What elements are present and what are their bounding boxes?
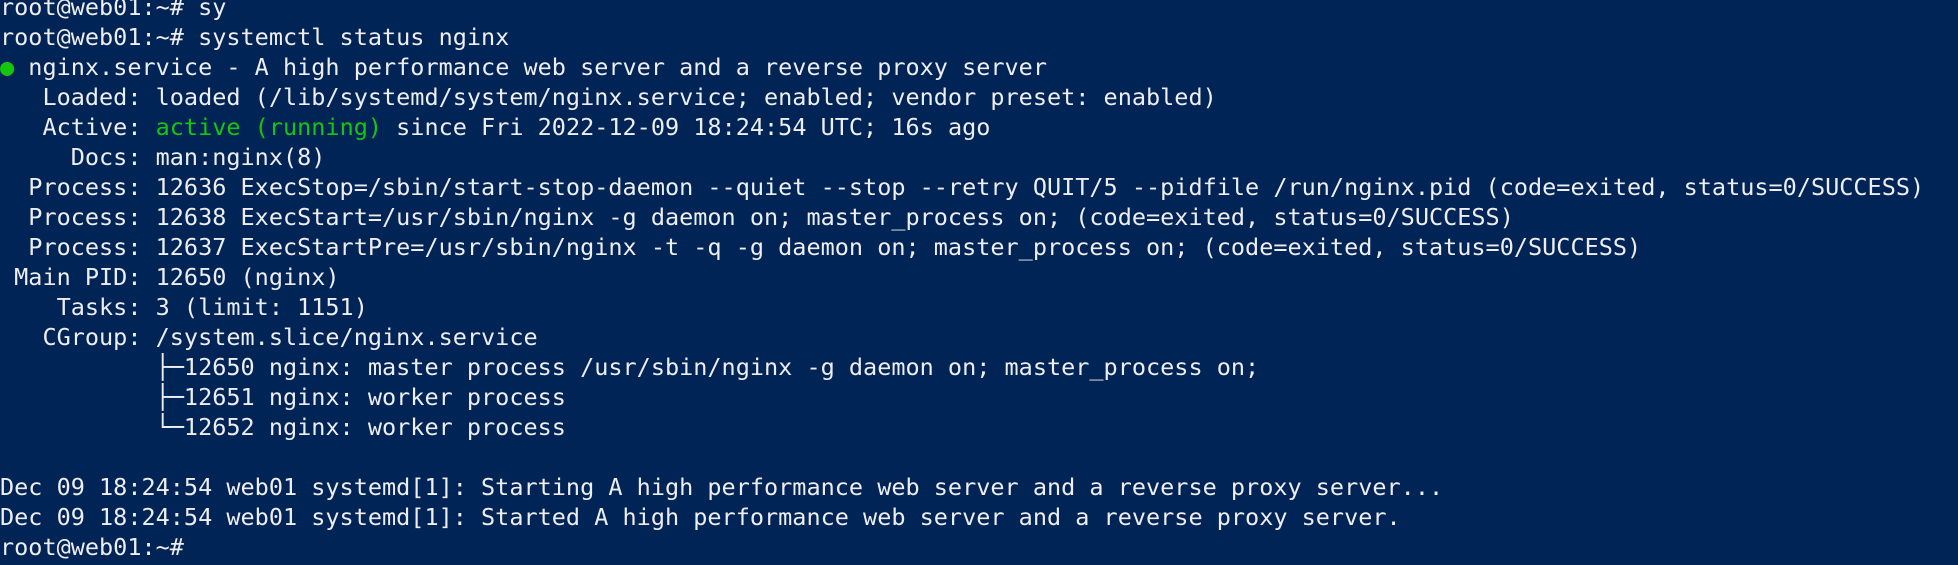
terminal-line-prompt[interactable]: root@web01:~# xyxy=(0,532,1924,562)
status-dot-icon: ● xyxy=(0,53,15,81)
terminal-line-command: root@web01:~# systemctl status nginx xyxy=(0,23,510,51)
terminal-line-tasks: Tasks: 3 (limit: 1151) xyxy=(0,293,368,321)
shell-prompt: root@web01:~# xyxy=(0,533,199,561)
terminal-line-journal-started: Dec 09 18:24:54 web01 systemd[1]: Starte… xyxy=(0,503,1401,531)
terminal-line-process-execstart: Process: 12638 ExecStart=/usr/sbin/nginx… xyxy=(0,203,1514,231)
active-state: active (running) xyxy=(155,113,383,141)
terminal-line-previous-command: root@web01:~# sy xyxy=(0,0,227,21)
terminal-line-journal-starting: Dec 09 18:24:54 web01 systemd[1]: Starti… xyxy=(0,473,1444,501)
active-since: since Fri 2022-12-09 18:24:54 UTC; 16s a… xyxy=(382,113,991,141)
terminal-line-cgroup-master: ├─12650 nginx: master process /usr/sbin/… xyxy=(0,353,1260,381)
terminal-output: root@web01:~# sy root@web01:~# systemctl… xyxy=(0,0,1924,562)
active-label: Active: xyxy=(0,113,156,141)
terminal-line-active: Active: active (running) since Fri 2022-… xyxy=(0,112,1924,142)
terminal-line-process-execstop: Process: 12636 ExecStop=/sbin/start-stop… xyxy=(0,173,1925,201)
terminal-line-cgroup-worker-2: └─12652 nginx: worker process xyxy=(0,413,566,441)
terminal-line-cgroup-worker-1: ├─12651 nginx: worker process xyxy=(0,383,566,411)
terminal-line-docs: Docs: man:nginx(8) xyxy=(0,143,326,171)
terminal-line-cgroup: CGroup: /system.slice/nginx.service xyxy=(0,323,538,351)
terminal-line-service-title: ● nginx.service - A high performance web… xyxy=(0,52,1924,82)
service-description: nginx.service - A high performance web s… xyxy=(14,53,1047,81)
terminal-line-process-execstartpre: Process: 12637 ExecStartPre=/usr/sbin/ng… xyxy=(0,233,1642,261)
terminal-line-loaded: Loaded: loaded (/lib/systemd/system/ngin… xyxy=(0,83,1217,111)
terminal-line-main-pid: Main PID: 12650 (nginx) xyxy=(0,263,340,291)
terminal-window[interactable]: root@web01:~# sy root@web01:~# systemctl… xyxy=(0,0,1958,565)
